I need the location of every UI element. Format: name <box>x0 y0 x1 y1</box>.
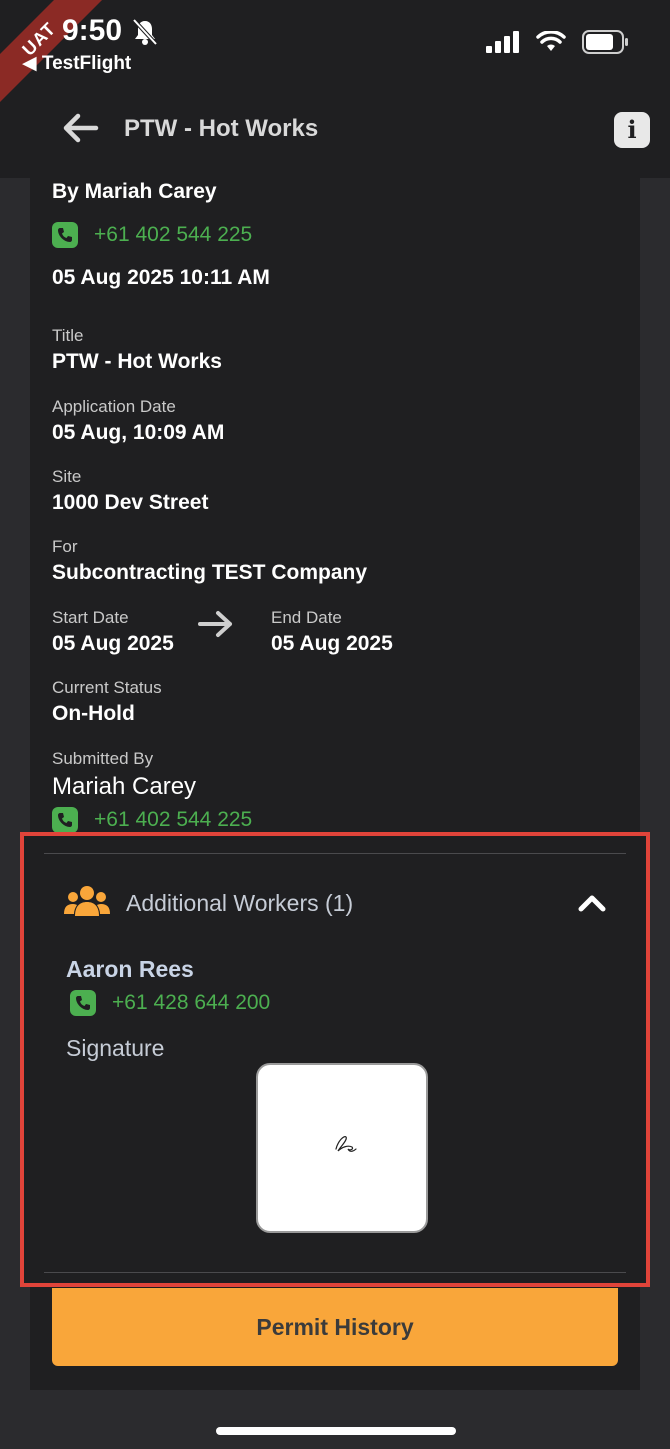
application-date-label: Application Date <box>52 397 176 416</box>
submitted-datetime: 05 Aug 2025 10:11 AM <box>52 266 270 289</box>
submitted-by-heading: By Mariah Carey <box>52 180 217 203</box>
phone-number-link[interactable]: +61 402 544 225 <box>94 223 252 247</box>
for-value: Subcontracting TEST Company <box>52 561 368 584</box>
arrow-right-icon <box>198 611 232 637</box>
permit-history-button[interactable]: Permit History <box>52 1288 618 1366</box>
wifi-icon <box>536 31 566 51</box>
phone-icon <box>52 222 78 248</box>
current-status-label: Current Status <box>52 678 162 697</box>
battery-icon <box>582 30 628 54</box>
title-value: PTW - Hot Works <box>52 350 222 373</box>
status-time: 9:50 <box>62 14 123 47</box>
signature-scribble <box>335 1136 357 1152</box>
divider <box>44 853 626 854</box>
signal-icon <box>486 31 519 53</box>
submitted-by-name: Mariah Carey <box>52 773 197 800</box>
top-bar: UAT 9:50 ◀ TestFlight PTW - Hot Works i <box>0 0 670 178</box>
home-indicator <box>216 1427 456 1435</box>
current-status-value: On-Hold <box>52 702 135 725</box>
summary-phone-row[interactable]: +61 402 544 225 <box>52 222 252 248</box>
bell-muted-icon <box>132 18 158 46</box>
page-title: PTW - Hot Works <box>124 115 319 142</box>
start-date-value: 05 Aug 2025 <box>52 632 174 655</box>
submitted-by-phone-row[interactable]: +61 402 544 225 <box>52 807 252 833</box>
signature-label: Signature <box>66 1035 165 1061</box>
title-label: Title <box>52 326 84 345</box>
site-label: Site <box>52 467 82 486</box>
back-arrow-icon[interactable] <box>60 112 100 144</box>
chevron-up-icon[interactable] <box>578 894 606 912</box>
phone-number-link[interactable]: +61 402 544 225 <box>94 808 252 832</box>
worker-name: Aaron Rees <box>66 956 194 982</box>
signature-image <box>256 1063 428 1233</box>
group-users-icon <box>64 886 110 916</box>
worker-phone-row[interactable]: +61 428 644 200 <box>70 990 270 1016</box>
phone-number-link[interactable]: +61 428 644 200 <box>112 991 270 1015</box>
application-date-value: 05 Aug, 10:09 AM <box>52 421 225 444</box>
site-value: 1000 Dev Street <box>52 491 209 514</box>
phone-icon <box>70 990 96 1016</box>
info-icon[interactable]: i <box>614 112 650 148</box>
system-icons <box>486 30 628 54</box>
for-label: For <box>52 537 78 556</box>
additional-workers-title[interactable]: Additional Workers (1) <box>126 890 353 917</box>
phone-icon <box>52 807 78 833</box>
submitted-by-label: Submitted By <box>52 749 154 768</box>
end-date-value: 05 Aug 2025 <box>271 632 393 655</box>
divider <box>44 1272 626 1273</box>
start-date-label: Start Date <box>52 608 129 627</box>
testflight-back-link[interactable]: ◀ TestFlight <box>22 52 131 75</box>
end-date-label: End Date <box>271 608 342 627</box>
